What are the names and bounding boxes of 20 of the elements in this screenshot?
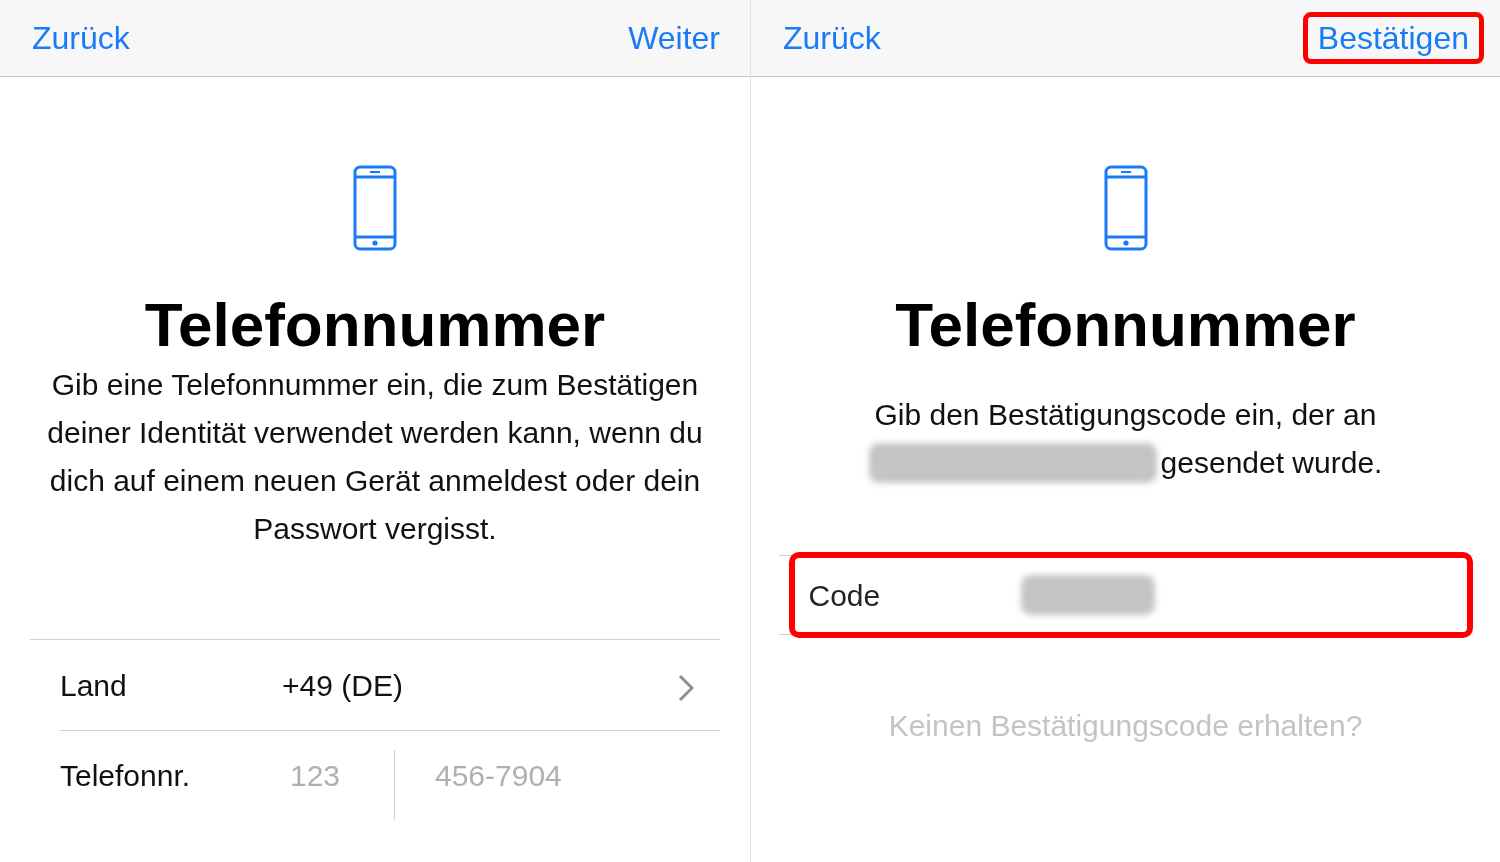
input-field[interactable]: 123 [290, 753, 350, 798]
field-label: Code [808, 577, 882, 614]
back-button[interactable]: Zurück [32, 14, 130, 62]
country-value: +49 (DE) [282, 667, 404, 704]
description: Gib eine Telefonnummer ein, die zum Bestätigen deiner Identität verwendet werden kann, wenn du dich auf einem neuen Gerät anmeldest oder dein Passwort vergisst. [46, 367, 704, 547]
phone-icon [353, 165, 397, 251]
code-field[interactable]: Code [788, 552, 1473, 638]
title: Telefonnummer [144, 289, 606, 361]
input-field[interactable]: 456-7904 [435, 753, 615, 798]
field-label: Telefonnr. [60, 758, 192, 794]
next-button[interactable]: Bestätigen [1302, 11, 1484, 65]
description: gesendet wurde. [1160, 445, 1383, 481]
phone-icon [1103, 165, 1148, 251]
description: Gib den Bestätigungscode ein, der an [874, 397, 1377, 433]
country-row[interactable]: Land +49 (DE) [30, 640, 720, 730]
title: Telefonnummer [895, 289, 1356, 361]
chevron-icon [678, 673, 694, 702]
next-button[interactable]: Weiter [628, 14, 720, 62]
back-button[interactable]: Zurück [783, 14, 881, 62]
field-label: Land [60, 667, 128, 704]
